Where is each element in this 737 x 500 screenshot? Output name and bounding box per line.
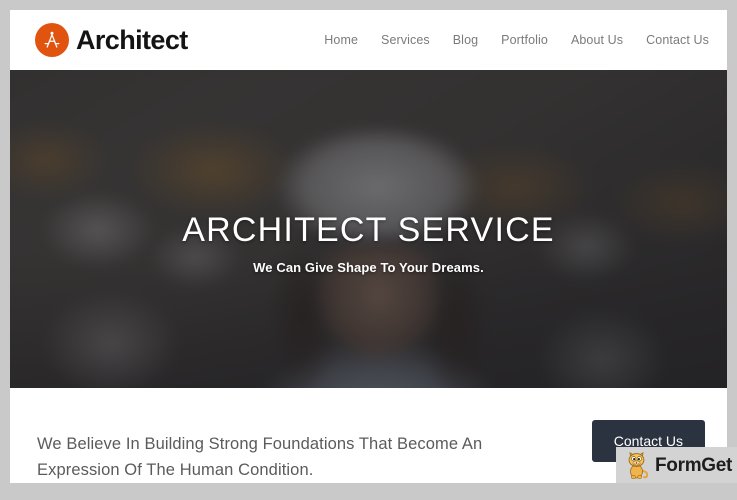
brand-logo[interactable]: Architect (35, 23, 188, 57)
cat-mascot-icon (625, 451, 649, 479)
nav-item-contact-us[interactable]: Contact Us (646, 33, 709, 47)
formget-label: FormGet (655, 454, 733, 476)
website-page: Architect Home Services Blog Portfolio A… (10, 10, 727, 483)
nav-item-home[interactable]: Home (324, 33, 358, 47)
compass-divider-icon (35, 23, 69, 57)
hero-content: ARCHITECT SERVICE We Can Give Shape To Y… (10, 211, 727, 276)
nav-item-portfolio[interactable]: Portfolio (501, 33, 548, 47)
main-navigation: Home Services Blog Portfolio About Us Co… (324, 33, 709, 47)
nav-item-blog[interactable]: Blog (453, 33, 478, 47)
hero-title: ARCHITECT SERVICE (182, 211, 555, 249)
hero-subtitle: We Can Give Shape To Your Dreams. (253, 260, 484, 276)
nav-item-about-us[interactable]: About Us (571, 33, 623, 47)
formget-watermark: FormGet (616, 447, 737, 483)
hero-banner: ARCHITECT SERVICE We Can Give Shape To Y… (10, 70, 727, 388)
intro-headline: We Believe In Building Strong Foundation… (37, 434, 483, 479)
brand-name: Architect (76, 24, 188, 55)
screenshot-root: Architect Home Services Blog Portfolio A… (0, 0, 737, 500)
nav-item-services[interactable]: Services (381, 33, 430, 47)
site-header: Architect Home Services Blog Portfolio A… (10, 10, 727, 70)
